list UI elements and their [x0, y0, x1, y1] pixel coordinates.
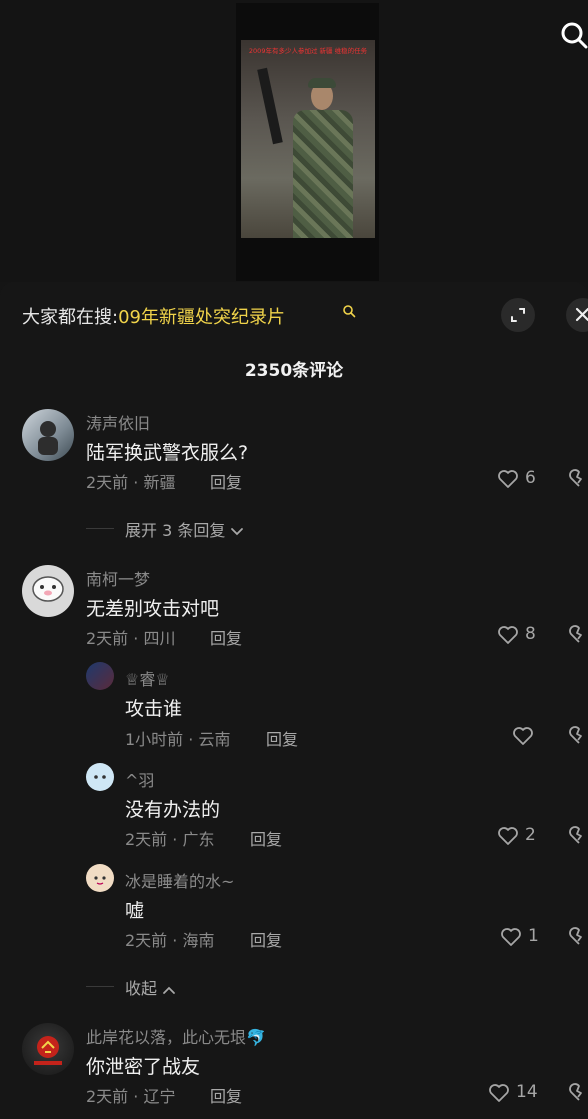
close-icon[interactable]	[566, 298, 588, 332]
comment-panel	[0, 282, 588, 1119]
reply-button[interactable]: 回复	[210, 625, 242, 649]
avatar[interactable]	[86, 763, 114, 791]
reply-author[interactable]: ♕睿♕	[125, 666, 170, 690]
like-count: 1	[528, 926, 539, 946]
soldier-figure	[293, 110, 353, 238]
like-count: 14	[516, 1082, 538, 1102]
like-count: 2	[525, 825, 536, 845]
heart-icon	[501, 928, 521, 946]
reply-author[interactable]: ^羽	[125, 767, 154, 791]
collapse-replies-button[interactable]: 收起	[125, 975, 176, 999]
comment-meta: 2天前 · 新疆	[86, 473, 176, 492]
comment-meta: 2天前 · 四川	[86, 629, 176, 648]
like-button[interactable]: 6	[497, 468, 547, 490]
avatar[interactable]	[22, 1023, 74, 1075]
chevron-down-icon	[231, 527, 244, 535]
soldier-cap	[308, 78, 336, 88]
comment-text: 你泄密了战友	[86, 1056, 201, 1078]
collapse-replies-label: 收起	[125, 979, 158, 998]
avatar[interactable]	[22, 409, 74, 461]
comments-count: 2350条评论	[244, 361, 344, 381]
reply-text: 没有办法的	[125, 799, 221, 821]
comment-author[interactable]: 此岸花以落，此心无垠🐬	[86, 1024, 266, 1048]
reply-meta: 1小时前 · 云南	[125, 730, 231, 749]
broken-heart-icon[interactable]	[568, 926, 588, 948]
avatar[interactable]	[86, 864, 114, 892]
like-button[interactable]: 1	[500, 926, 546, 948]
broken-heart-icon[interactable]	[568, 624, 588, 646]
heart-icon	[498, 827, 518, 845]
like-button[interactable]: 8	[497, 624, 547, 646]
comment-text: 陆军换武警衣服么?	[86, 442, 249, 464]
avatar[interactable]	[22, 565, 74, 617]
divider	[86, 986, 114, 987]
comment-text: 无差别攻击对吧	[86, 598, 220, 620]
video-caption: 2009年有多少人参加过 新疆 维稳的任务	[248, 47, 368, 55]
reply-text: 攻击谁	[125, 698, 183, 720]
heart-icon	[498, 470, 518, 488]
comment-meta: 2天前 · 辽宁	[86, 1087, 176, 1106]
like-button[interactable]: 14	[488, 1082, 548, 1104]
reply-button[interactable]: 回复	[210, 1083, 242, 1107]
comment-author[interactable]: 涛声依旧	[86, 410, 150, 434]
comment-author[interactable]: 南柯一梦	[86, 566, 150, 590]
broken-heart-icon[interactable]	[568, 1082, 588, 1104]
divider	[86, 528, 114, 529]
reply-meta: 2天前 · 广东	[125, 830, 215, 849]
reply-button[interactable]: 回复	[266, 726, 298, 750]
chevron-up-icon	[163, 986, 176, 994]
like-count: 6	[525, 468, 536, 488]
heart-icon	[498, 626, 518, 644]
broken-heart-icon[interactable]	[568, 725, 588, 747]
expand-icon[interactable]	[501, 298, 535, 332]
hot-search-prefix: 大家都在搜:	[22, 307, 119, 328]
reply-meta: 2天前 · 海南	[125, 931, 215, 950]
search-icon[interactable]	[558, 20, 588, 50]
reply-author[interactable]: 冰是睡着的水~	[125, 868, 234, 892]
hot-search-link[interactable]: 大家都在搜:09年新疆处突纪录片	[22, 303, 285, 329]
reply-button[interactable]: 回复	[210, 469, 242, 493]
avatar[interactable]	[86, 662, 114, 690]
expand-replies-button[interactable]: 展开 3 条回复	[125, 517, 244, 541]
heart-icon	[489, 1084, 509, 1102]
heart-icon	[513, 727, 533, 745]
broken-heart-icon[interactable]	[568, 825, 588, 847]
hot-search-term[interactable]: 09年新疆处突纪录片	[118, 307, 285, 328]
like-button[interactable]: 2	[497, 825, 547, 847]
like-button[interactable]	[512, 725, 542, 747]
broken-heart-icon[interactable]	[568, 468, 588, 490]
expand-replies-label: 展开 3 条回复	[125, 521, 226, 540]
reply-text: 嘘	[125, 900, 145, 922]
reply-button[interactable]: 回复	[250, 826, 282, 850]
rifle-figure	[257, 67, 283, 145]
video-thumbnail[interactable]: 2009年有多少人参加过 新疆 维稳的任务	[241, 40, 375, 238]
like-count: 8	[525, 624, 536, 644]
search-icon	[342, 303, 356, 318]
reply-button[interactable]: 回复	[250, 927, 282, 951]
